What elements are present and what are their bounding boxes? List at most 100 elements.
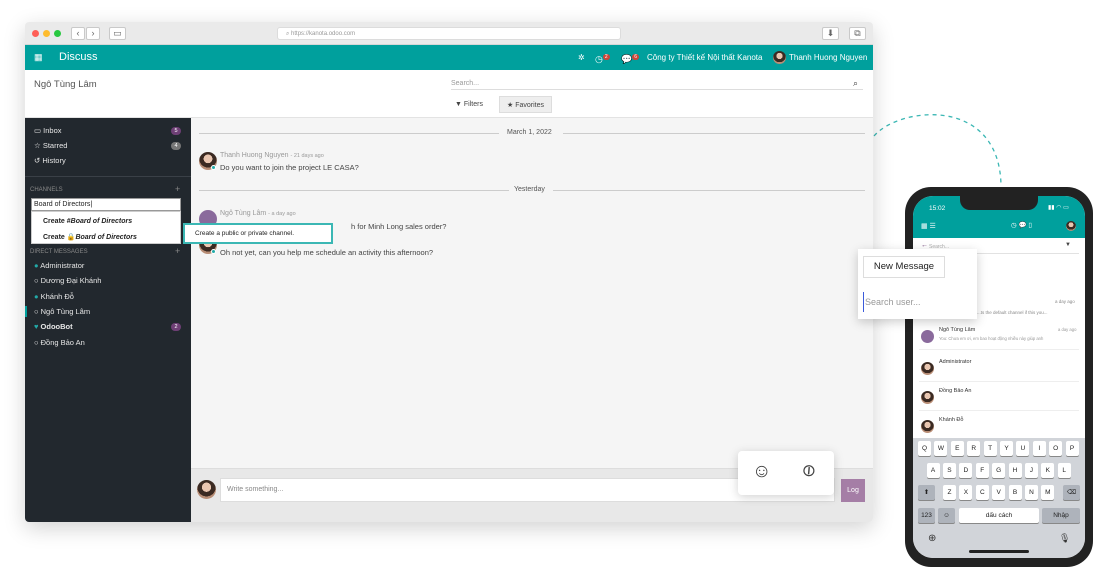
- key-e[interactable]: E: [950, 441, 964, 456]
- key-r[interactable]: R: [967, 441, 981, 456]
- phone-filter-icon[interactable]: ▼: [1065, 242, 1071, 248]
- favorites-button[interactable]: ★ Favorites: [499, 96, 553, 113]
- key-o[interactable]: O: [1049, 441, 1063, 456]
- key-v[interactable]: V: [992, 485, 1006, 500]
- backspace-key-icon[interactable]: ⌫: [1063, 485, 1080, 500]
- sidebar-item-starred[interactable]: ☆ Starred: [34, 141, 67, 150]
- date-separator-1: March 1, 2022: [507, 129, 552, 136]
- attachment-icon[interactable]: ⊘: [797, 459, 821, 483]
- tabs-icon[interactable]: ⧉: [849, 27, 866, 40]
- search-icon[interactable]: ⌕: [853, 78, 858, 89]
- sidebar-item-dm[interactable]: ○ Dương Đại Khánh: [34, 276, 101, 285]
- emoji-icon[interactable]: ☺: [752, 461, 771, 483]
- messages-icon[interactable]: 💬 6: [621, 45, 639, 72]
- composer-tools-card: ☺ ⊘: [738, 451, 834, 495]
- numbers-key[interactable]: 123: [918, 508, 935, 523]
- debug-icon[interactable]: ✲: [578, 45, 585, 70]
- sidebar-item-dm[interactable]: ● Administrator: [34, 261, 84, 270]
- key-y[interactable]: Y: [1000, 441, 1013, 456]
- microphone-icon[interactable]: 🎙: [1059, 533, 1070, 544]
- sidebar-item-history[interactable]: ↺ History: [34, 156, 66, 165]
- key-d[interactable]: D: [959, 463, 973, 478]
- create-public-channel-option[interactable]: Create #Board of Directors: [43, 218, 132, 225]
- contact-name[interactable]: Khánh Đỗ: [939, 417, 963, 423]
- filters-button[interactable]: ▼ Filters: [449, 96, 489, 113]
- shift-key-icon[interactable]: ⬆: [918, 485, 935, 500]
- key-f[interactable]: F: [975, 463, 989, 478]
- sidebar-item-dm[interactable]: ○ Đồng Bảo An: [34, 338, 85, 347]
- globe-icon[interactable]: ⊕: [928, 533, 936, 544]
- search-user-input[interactable]: Search user...: [863, 292, 972, 312]
- sidebar-toggle-icon[interactable]: ▭: [109, 27, 126, 40]
- key-p[interactable]: P: [1065, 441, 1079, 456]
- key-x[interactable]: X: [959, 485, 973, 500]
- create-private-channel-option[interactable]: Create 🔒Board of Directors: [43, 233, 137, 241]
- maximize-window-icon[interactable]: [54, 30, 61, 37]
- contact-avatar[interactable]: [921, 362, 934, 375]
- filters-label: Filters: [463, 101, 483, 108]
- phone-notification-icons[interactable]: ◷ 💬 ▯: [1011, 221, 1032, 229]
- phone-apps-icon[interactable]: ▦ ☰: [921, 222, 936, 230]
- contact-avatar[interactable]: [921, 391, 934, 404]
- add-channel-icon[interactable]: +: [175, 184, 180, 194]
- key-t[interactable]: T: [983, 441, 997, 456]
- date-separator-line: [199, 133, 499, 134]
- space-key[interactable]: dấu cách: [959, 508, 1039, 523]
- contact-avatar[interactable]: [921, 330, 934, 343]
- app-title[interactable]: Discuss: [59, 45, 98, 70]
- key-h[interactable]: H: [1008, 463, 1022, 478]
- sidebar-item-dm[interactable]: ○ Ngô Tùng Lâm: [34, 307, 90, 316]
- back-arrow-icon[interactable]: ←: [921, 242, 928, 249]
- key-n[interactable]: N: [1025, 485, 1038, 500]
- contact-avatar[interactable]: [921, 420, 934, 433]
- key-b[interactable]: B: [1008, 485, 1022, 500]
- key-s[interactable]: S: [942, 463, 956, 478]
- key-j[interactable]: J: [1024, 463, 1038, 478]
- key-a[interactable]: A: [926, 463, 940, 478]
- phone-user-avatar[interactable]: [1066, 221, 1076, 231]
- contact-name[interactable]: Administrator: [939, 359, 971, 365]
- key-z[interactable]: Z: [943, 485, 956, 500]
- channels-header[interactable]: CHANNELS: [30, 187, 63, 193]
- key-m[interactable]: M: [1041, 485, 1055, 500]
- key-l[interactable]: L: [1057, 463, 1071, 478]
- user-menu[interactable]: Thanh Huong Nguyen: [789, 45, 867, 70]
- add-dm-icon[interactable]: +: [175, 246, 180, 256]
- key-k[interactable]: K: [1041, 463, 1055, 478]
- signal-wifi-battery-icon: ▮▮ ◠ ▭: [1048, 205, 1069, 211]
- back-icon[interactable]: ‹: [71, 27, 85, 40]
- forward-icon[interactable]: ›: [86, 27, 100, 40]
- company-switcher[interactable]: Công ty Thiết kế Nội thất Kanota: [647, 45, 762, 70]
- close-window-icon[interactable]: [32, 30, 39, 37]
- sidebar-item-inbox[interactable]: ▭ Inbox: [34, 126, 62, 135]
- sidebar-item-dm[interactable]: ♥ OdooBot: [34, 322, 73, 331]
- dm-label: Dương Đại Khánh: [40, 276, 102, 286]
- apps-menu-icon[interactable]: ▦: [34, 45, 43, 70]
- message-author[interactable]: Thanh Huong Nguyen - 21 days ago: [220, 152, 324, 159]
- address-bar[interactable]: ⌕ https://kanota.odoo.com: [277, 27, 621, 40]
- key-i[interactable]: I: [1032, 441, 1046, 456]
- key-q[interactable]: Q: [918, 441, 931, 456]
- channel-input-value: Board of Directors: [34, 201, 91, 208]
- key-w[interactable]: W: [934, 441, 948, 456]
- minimize-window-icon[interactable]: [43, 30, 50, 37]
- message-author[interactable]: Ngô Tùng Lâm - a day ago: [220, 210, 296, 217]
- channel-name-input[interactable]: Board of Directors|: [31, 198, 181, 211]
- activity-icon[interactable]: ◷ 2: [595, 45, 610, 72]
- emoji-key-icon[interactable]: ☺: [938, 508, 955, 523]
- offline-status-icon: ○: [34, 337, 41, 347]
- key-g[interactable]: G: [992, 463, 1006, 478]
- log-button[interactable]: Log: [841, 479, 865, 502]
- contact-name[interactable]: Đồng Bảo An: [939, 388, 971, 394]
- snippet-time: a day ago: [1055, 299, 1075, 304]
- dm-header[interactable]: DIRECT MESSAGES: [30, 249, 88, 255]
- download-icon[interactable]: ⬇: [822, 27, 839, 40]
- key-u[interactable]: U: [1016, 441, 1030, 456]
- search-input[interactable]: Search...: [451, 80, 863, 90]
- key-c[interactable]: C: [975, 485, 989, 500]
- enter-key[interactable]: Nhập: [1042, 508, 1080, 523]
- user-avatar[interactable]: [773, 51, 786, 64]
- new-message-button[interactable]: New Message: [863, 256, 945, 278]
- sidebar-item-dm[interactable]: ● Khánh Đỗ: [34, 292, 74, 301]
- contact-name[interactable]: Ngô Tùng Lâm: [939, 327, 975, 333]
